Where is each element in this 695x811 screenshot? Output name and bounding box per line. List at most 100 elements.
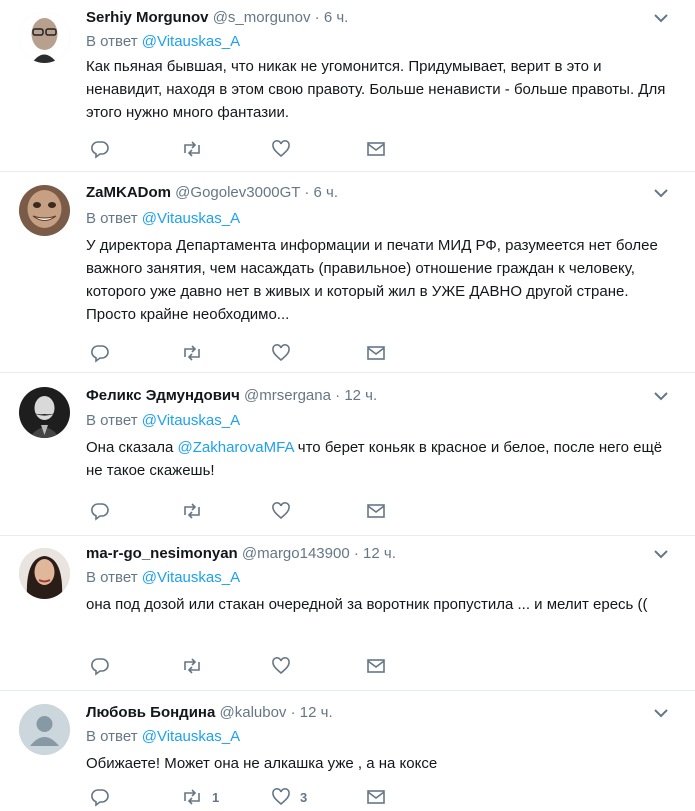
reply-context: В ответ @Vitauskas_A — [86, 32, 240, 52]
heart-icon — [272, 344, 290, 362]
like-button[interactable] — [271, 139, 291, 159]
username[interactable]: @margo143900 — [242, 545, 350, 562]
heart-icon — [272, 502, 290, 520]
timestamp[interactable]: 6 ч. — [324, 9, 349, 26]
tweet-header: Serhiy Morgunov @s_morgunov · 6 ч. — [86, 8, 675, 28]
reply-prefix: В ответ — [86, 33, 138, 50]
tweet[interactable]: Феликс Эдмундович @mrsergana · 12 ч. В о… — [0, 373, 695, 536]
username[interactable]: @kalubov — [220, 704, 287, 721]
reply-button[interactable] — [90, 656, 110, 676]
fullname[interactable]: Любовь Бондина — [86, 704, 215, 721]
retweet-button[interactable] — [181, 343, 203, 363]
reply-mention-link[interactable]: @Vitauskas_A — [142, 33, 240, 50]
retweet-icon — [184, 789, 200, 805]
reply-context: В ответ @Vitauskas_A — [86, 727, 240, 747]
direct-message-button[interactable] — [366, 787, 386, 807]
reply-mention-link[interactable]: @Vitauskas_A — [142, 412, 240, 429]
reply-button[interactable] — [90, 501, 110, 521]
timestamp[interactable]: 12 ч. — [300, 704, 333, 721]
reply-icon — [91, 345, 109, 363]
tweet-actions — [90, 501, 510, 521]
username[interactable]: @s_morgunov — [213, 9, 311, 26]
envelope-icon — [367, 346, 385, 360]
tweet[interactable]: Любовь Бондина @kalubov · 12 ч. В ответ … — [0, 691, 695, 811]
timestamp[interactable]: 12 ч. — [363, 545, 396, 562]
envelope-icon — [367, 659, 385, 673]
tweet[interactable]: Serhiy Morgunov @s_morgunov · 6 ч. В отв… — [0, 0, 695, 172]
avatar-image-icon — [19, 12, 70, 63]
reply-prefix: В ответ — [86, 210, 138, 227]
timestamp[interactable]: 6 ч. — [314, 184, 339, 201]
fullname[interactable]: Феликс Эдмундович — [86, 387, 240, 404]
separator-dot: · — [335, 387, 341, 404]
reply-button[interactable] — [90, 139, 110, 159]
chevron-down-icon[interactable] — [653, 12, 669, 24]
reply-button[interactable] — [90, 343, 110, 363]
direct-message-button[interactable] — [366, 501, 386, 521]
like-button[interactable] — [271, 656, 291, 676]
tweet-actions — [90, 343, 510, 363]
retweet-button[interactable] — [181, 656, 203, 676]
fullname[interactable]: Serhiy Morgunov — [86, 9, 209, 26]
tweet-text: она под дозой или стакан очередной за во… — [86, 596, 648, 613]
heart-icon — [272, 657, 290, 675]
retweet-button[interactable] — [181, 501, 203, 521]
retweet-icon — [184, 141, 200, 157]
envelope-icon — [367, 790, 385, 804]
reply-mention-link[interactable]: @Vitauskas_A — [142, 569, 240, 586]
retweet-icon — [184, 503, 200, 519]
separator-dot: · — [290, 704, 296, 721]
reply-mention-link[interactable]: @Vitauskas_A — [142, 728, 240, 745]
direct-message-button[interactable] — [366, 139, 386, 159]
separator-dot: · — [314, 9, 320, 26]
tweet-actions — [90, 656, 510, 676]
default-avatar-icon — [19, 704, 70, 755]
chevron-down-icon[interactable] — [653, 548, 669, 560]
avatar[interactable] — [19, 548, 70, 599]
reply-icon — [91, 503, 109, 521]
tweet-text: Она сказала @ZakharovaMFA что берет конь… — [86, 436, 675, 482]
avatar[interactable] — [19, 704, 70, 755]
chevron-down-icon[interactable] — [653, 390, 669, 402]
username[interactable]: @mrsergana — [244, 387, 331, 404]
separator-dot: · — [304, 184, 310, 201]
envelope-icon — [367, 504, 385, 518]
like-button[interactable]: 3 — [271, 787, 307, 807]
reply-icon — [91, 658, 109, 676]
reply-prefix: В ответ — [86, 569, 138, 586]
timestamp[interactable]: 12 ч. — [344, 387, 377, 404]
tweet[interactable]: ZaMKADom @Gogolev3000GT · 6 ч. В ответ @… — [0, 172, 695, 373]
heart-icon — [272, 788, 290, 806]
reply-icon — [91, 141, 109, 159]
like-button[interactable] — [271, 343, 291, 363]
chevron-down-icon[interactable] — [653, 187, 669, 199]
retweet-icon — [184, 658, 200, 674]
direct-message-button[interactable] — [366, 343, 386, 363]
mention-link[interactable]: @ZakharovaMFA — [178, 439, 294, 456]
tweet[interactable]: ma-r-go_nesimonyan @margo143900 · 12 ч. … — [0, 536, 695, 691]
direct-message-button[interactable] — [366, 656, 386, 676]
like-button[interactable] — [271, 501, 291, 521]
fullname[interactable]: ZaMKADom — [86, 184, 171, 201]
tweet-text: Как пьяная бывшая, что никак не угомонит… — [86, 58, 670, 121]
heart-icon — [272, 140, 290, 158]
tweet-actions: 1 3 — [90, 787, 510, 807]
reply-context: В ответ @Vitauskas_A — [86, 209, 240, 229]
reply-context: В ответ @Vitauskas_A — [86, 411, 240, 431]
avatar[interactable] — [19, 185, 70, 236]
username[interactable]: @Gogolev3000GT — [175, 184, 300, 201]
fullname[interactable]: ma-r-go_nesimonyan — [86, 545, 238, 562]
avatar[interactable] — [19, 12, 70, 63]
avatar-image-icon — [19, 185, 70, 236]
reply-button[interactable] — [90, 787, 110, 807]
retweet-button[interactable] — [181, 139, 203, 159]
reply-mention-link[interactable]: @Vitauskas_A — [142, 210, 240, 227]
retweet-button[interactable]: 1 — [181, 787, 219, 807]
tweet-actions — [90, 139, 510, 159]
chevron-down-icon[interactable] — [653, 707, 669, 719]
tweet-header: Любовь Бондина @kalubov · 12 ч. — [86, 703, 675, 723]
tweet-feed: Serhiy Morgunov @s_morgunov · 6 ч. В отв… — [0, 0, 695, 811]
like-count: 3 — [300, 789, 308, 805]
avatar[interactable] — [19, 387, 70, 438]
reply-prefix: В ответ — [86, 412, 138, 429]
